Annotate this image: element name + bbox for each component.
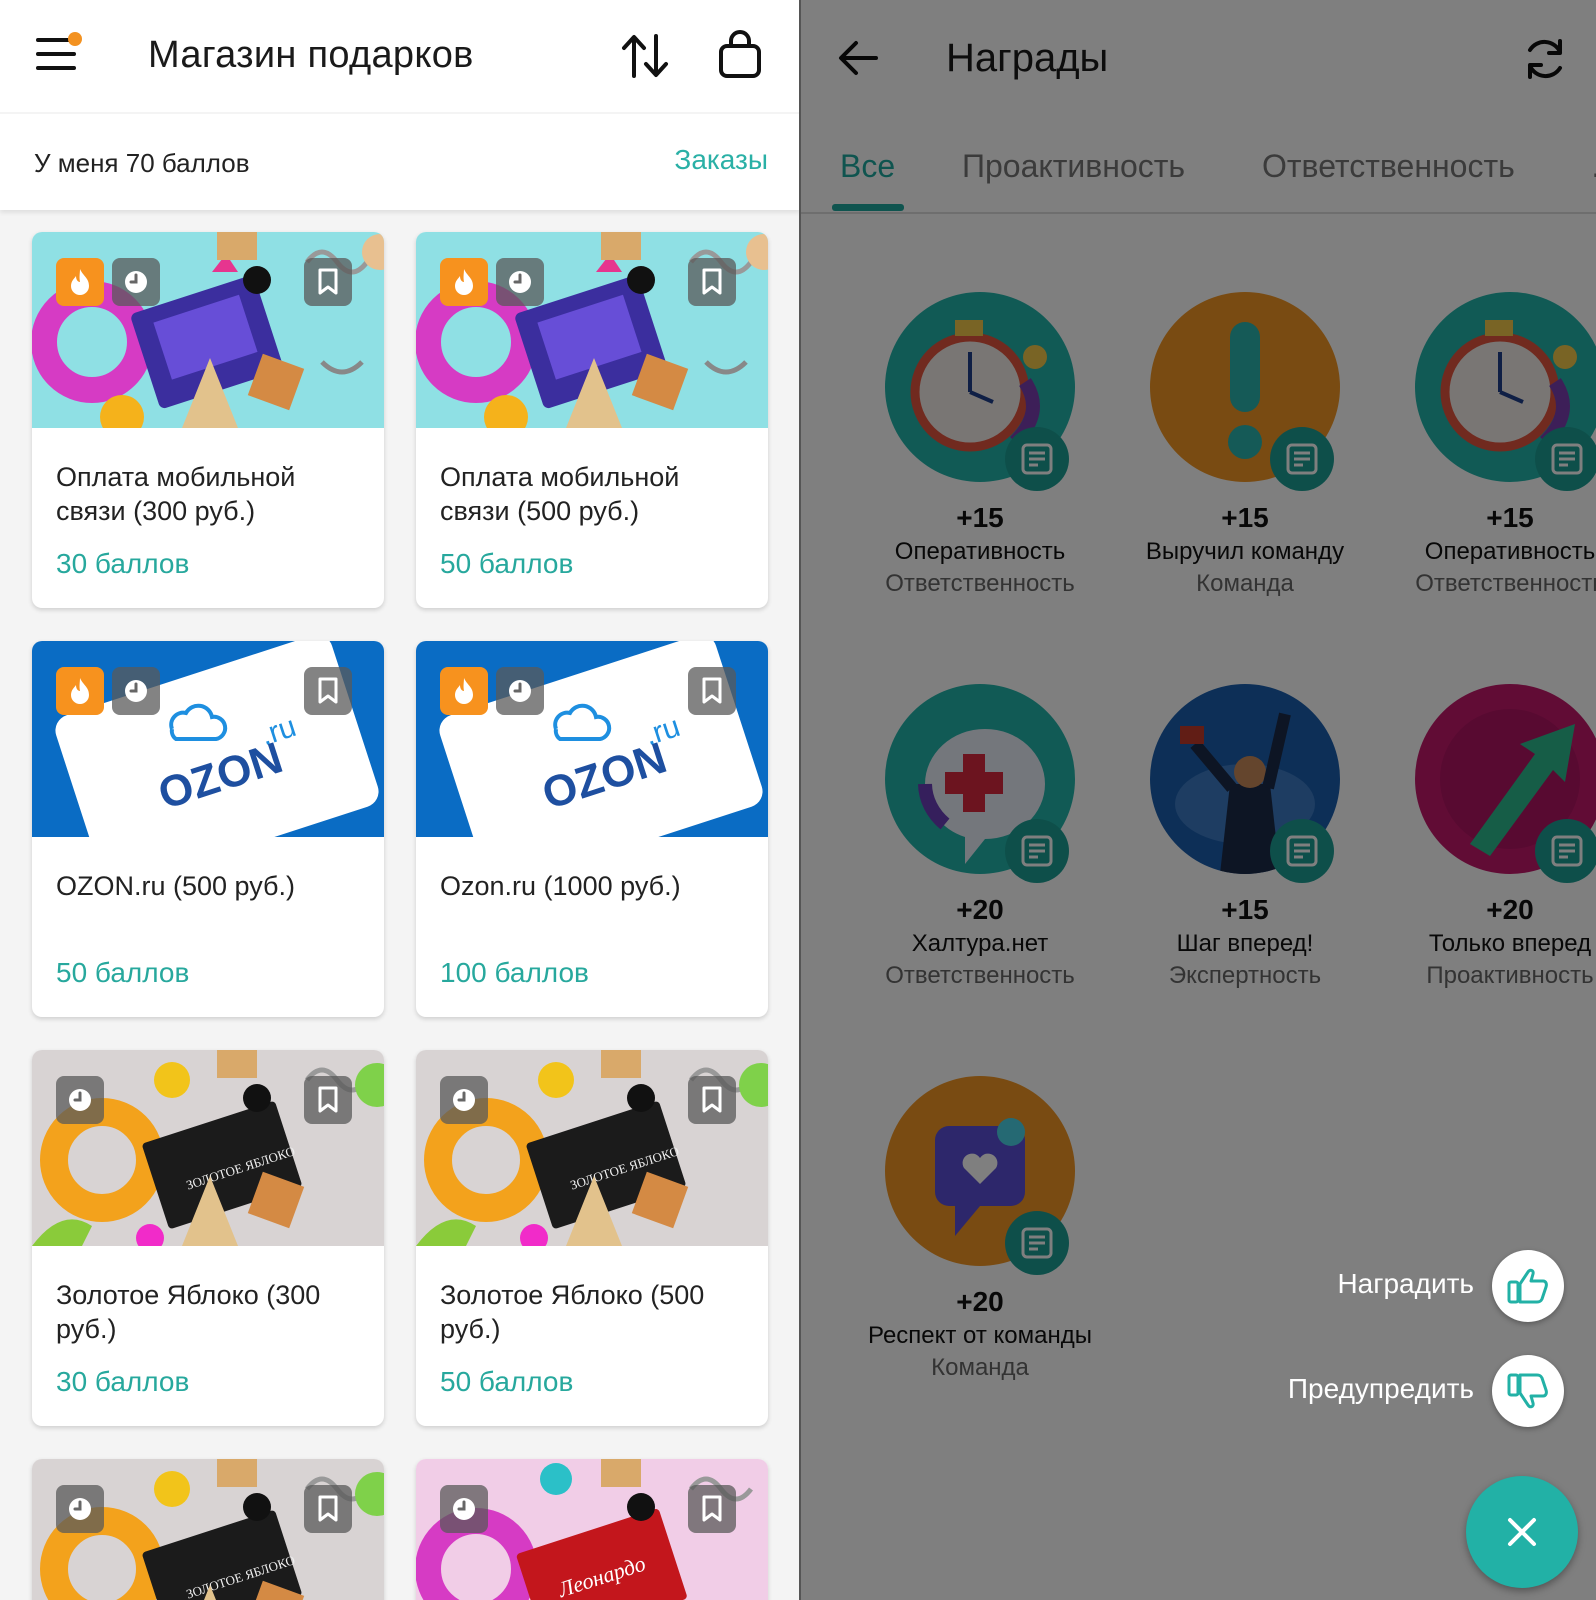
gift-card[interactable]: ЗОЛОТОЕ ЯБЛОКО Золотое Яблоко (500 руб.)… (416, 1050, 768, 1426)
gift-card[interactable]: Леонардо (416, 1459, 768, 1600)
gift-title: Золотое Яблоко (300 руб.) (56, 1280, 321, 1344)
thumbs-down-icon[interactable] (1492, 1355, 1564, 1427)
clock-icon (496, 258, 544, 306)
clock-icon (112, 258, 160, 306)
notification-dot (68, 32, 82, 46)
gift-card[interactable]: OZON .ru OZON.ru (500 руб.) 50 баллов (32, 641, 384, 1017)
fab-action-reward[interactable]: Наградить (1220, 1250, 1564, 1322)
gift-card[interactable]: ЗОЛОТОЕ ЯБЛОКО Золотое Яблоко (300 руб.)… (32, 1050, 384, 1426)
gift-price: 50 баллов (56, 957, 190, 988)
bookmark-icon[interactable] (688, 1485, 736, 1533)
gift-card[interactable]: OZON .ru Ozon.ru (1000 руб.) 100 баллов (416, 641, 768, 1017)
bookmark-icon[interactable] (304, 667, 352, 715)
gift-price: 100 баллов (440, 957, 589, 988)
gift-card[interactable]: ЗОЛОТОЕ ЯБЛОКО (32, 1459, 384, 1600)
shopping-bag-icon[interactable] (716, 30, 764, 80)
page-title: Магазин подарков (148, 34, 474, 76)
gift-title: Ozon.ru (1000 руб.) (440, 871, 681, 901)
clock-icon (56, 1485, 104, 1533)
gift-price: 30 баллов (56, 548, 190, 579)
gift-price: 50 баллов (440, 1366, 574, 1397)
menu-icon[interactable] (36, 32, 82, 72)
thumbs-up-icon[interactable] (1492, 1250, 1564, 1322)
fire-icon (440, 667, 488, 715)
clock-icon (440, 1485, 488, 1533)
fire-icon (56, 258, 104, 306)
bookmark-icon[interactable] (688, 667, 736, 715)
gift-price: 30 баллов (56, 1366, 190, 1397)
bookmark-icon[interactable] (688, 258, 736, 306)
gift-card[interactable]: Оплата мобильной связи (500 руб.) 50 балл… (416, 232, 768, 608)
close-fab[interactable] (1466, 1476, 1578, 1588)
reward-label: Наградить (1337, 1268, 1474, 1299)
bookmark-icon[interactable] (304, 258, 352, 306)
sort-icon[interactable] (620, 32, 672, 80)
fire-icon (56, 667, 104, 715)
bookmark-icon[interactable] (304, 1485, 352, 1533)
bookmark-icon[interactable] (304, 1076, 352, 1124)
gift-title: Золотое Яблоко (500 руб.) (440, 1280, 705, 1344)
gift-title: Оплата мобильной связи (300 руб.) (56, 462, 296, 526)
clock-icon (56, 1076, 104, 1124)
fire-icon (440, 258, 488, 306)
gift-price: 50 баллов (440, 548, 574, 579)
gift-title: OZON.ru (500 руб.) (56, 871, 296, 901)
awards-screen: Награды Все Проактивность Ответственност… (800, 0, 1596, 1600)
points-balance: У меня 70 баллов (34, 148, 250, 178)
clock-icon (496, 667, 544, 715)
clock-icon (440, 1076, 488, 1124)
clock-icon (112, 667, 160, 715)
app-bar: Магазин подарков (0, 0, 800, 112)
warn-label: Предупредить (1287, 1373, 1474, 1404)
points-bar: У меня 70 баллов Заказы (0, 114, 800, 210)
gift-shop-screen: Магазин подарков У меня 70 баллов Заказы (0, 0, 800, 1600)
screen-divider (799, 0, 801, 1600)
gift-title: Оплата мобильной связи (500 руб.) (440, 462, 680, 526)
close-icon (1508, 1518, 1536, 1546)
fab-action-warn[interactable]: Предупредить (1220, 1355, 1564, 1427)
gift-card[interactable]: Оплата мобильной связи (300 руб.) 30 балл… (32, 232, 384, 608)
bookmark-icon[interactable] (688, 1076, 736, 1124)
orders-link[interactable]: Заказы (674, 144, 768, 176)
